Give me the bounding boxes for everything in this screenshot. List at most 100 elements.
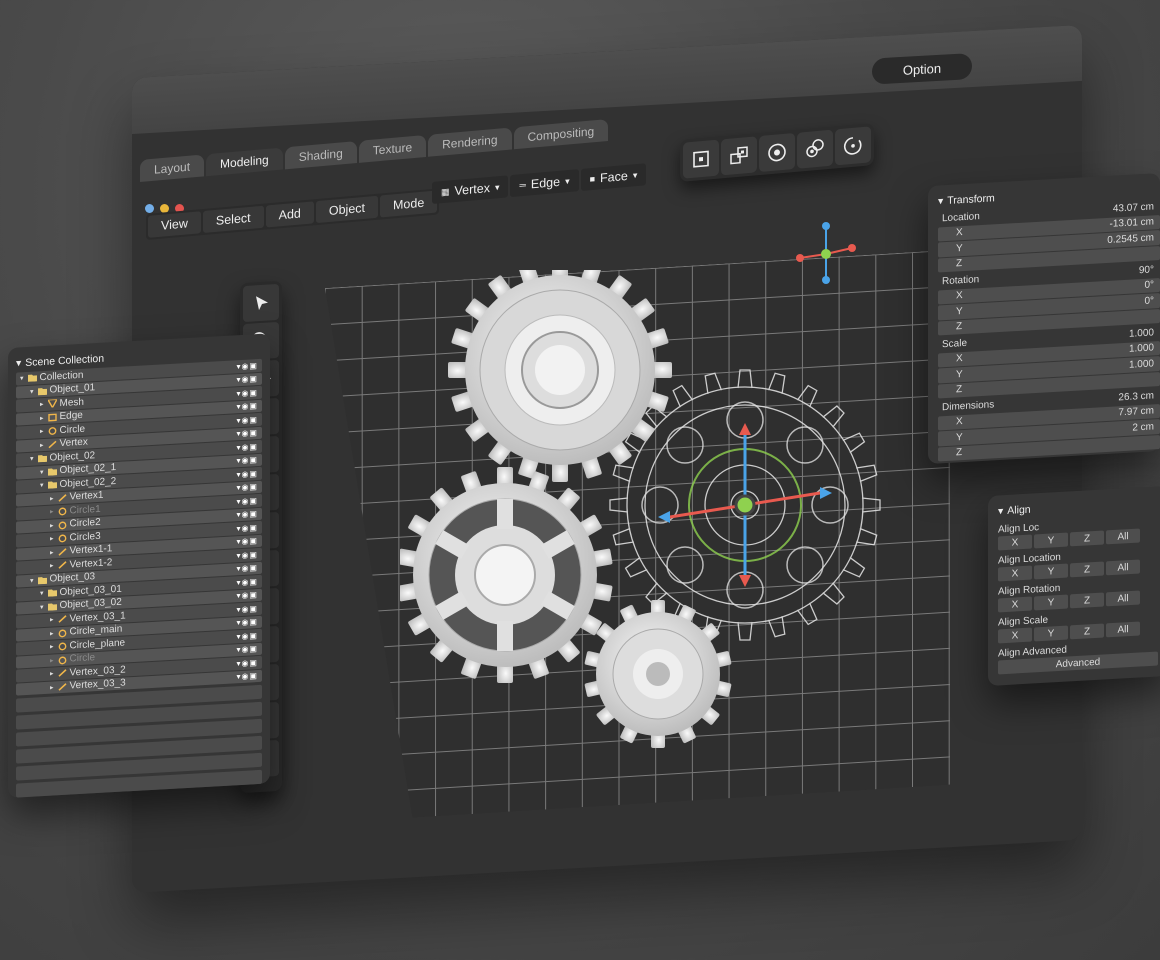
visibility-toggles-icon[interactable]: ▾◉▣	[236, 523, 258, 533]
disclosure-triangle-icon[interactable]: ▸	[50, 683, 54, 691]
circle-icon	[48, 427, 56, 436]
select-arrow-icon[interactable]	[243, 283, 279, 323]
align-z-button[interactable]: Z	[1070, 592, 1104, 609]
visibility-toggles-icon[interactable]: ▾◉▣	[236, 401, 258, 411]
disclosure-triangle-icon[interactable]: ▸	[50, 670, 54, 678]
align-y-button[interactable]: Y	[1034, 594, 1068, 611]
transform-value[interactable]: 26.3 cm	[1118, 390, 1154, 403]
disclosure-triangle-icon[interactable]: ▾	[40, 481, 44, 489]
align-x-button[interactable]: X	[998, 534, 1032, 551]
transform-gizmo[interactable]	[658, 423, 832, 587]
disclosure-triangle-icon[interactable]: ▾	[20, 374, 24, 382]
visibility-toggles-icon[interactable]: ▾◉▣	[236, 442, 258, 452]
disclosure-triangle-icon[interactable]: ▸	[50, 535, 54, 543]
visibility-toggles-icon[interactable]: ▾◉▣	[236, 361, 258, 371]
menu-view[interactable]: View	[148, 211, 201, 238]
visibility-toggles-icon[interactable]: ▾◉▣	[236, 374, 258, 384]
disclosure-triangle-icon[interactable]: ▸	[40, 441, 44, 449]
visibility-toggles-icon[interactable]: ▾◉▣	[236, 617, 258, 627]
disclosure-triangle-icon[interactable]: ▾	[40, 468, 44, 476]
disclosure-triangle-icon[interactable]: ▸	[50, 629, 54, 637]
menu-select[interactable]: Select	[202, 205, 264, 234]
align-title[interactable]: ▾ Align	[998, 494, 1160, 520]
large-gear[interactable]	[448, 270, 672, 482]
disclosure-triangle-icon[interactable]: ▾	[30, 576, 34, 584]
visibility-toggles-icon[interactable]: ▾◉▣	[236, 455, 258, 465]
align-all-button[interactable]: All	[1106, 528, 1140, 545]
visibility-toggles-icon[interactable]: ▾◉▣	[236, 469, 258, 479]
small-gear[interactable]	[584, 600, 732, 748]
visibility-toggles-icon[interactable]: ▾◉▣	[236, 604, 258, 614]
gears-scene[interactable]	[400, 270, 890, 750]
visibility-toggles-icon[interactable]: ▾◉▣	[236, 658, 258, 668]
disclosure-triangle-icon[interactable]: ▸	[50, 508, 54, 516]
disclosure-triangle-icon[interactable]: ▸	[50, 494, 54, 502]
wireframe-tooth	[767, 616, 786, 638]
visibility-toggles-icon[interactable]: ▾◉▣	[236, 536, 258, 546]
circle-icon	[58, 642, 66, 651]
disclosure-triangle-icon[interactable]: ▸	[50, 656, 54, 664]
visibility-toggles-icon[interactable]: ▾◉▣	[236, 563, 258, 573]
visibility-toggles-icon[interactable]: ▾◉▣	[236, 509, 258, 519]
navigation-gizmo[interactable]	[792, 218, 862, 288]
disclosure-triangle-icon[interactable]: ▾	[40, 589, 44, 597]
align-z-button[interactable]: Z	[1070, 561, 1104, 578]
transform-value[interactable]: 43.07 cm	[1113, 201, 1154, 214]
disclosure-triangle-icon[interactable]: ▸	[50, 521, 54, 529]
medium-gear[interactable]	[400, 467, 613, 683]
snap-link-icon[interactable]	[797, 129, 833, 169]
visibility-toggles-icon[interactable]: ▾◉▣	[236, 671, 258, 681]
disclosure-triangle-icon[interactable]: ▸	[40, 414, 44, 422]
align-y-button[interactable]: Y	[1034, 532, 1068, 549]
folder-icon	[37, 454, 47, 463]
align-all-button[interactable]: All	[1106, 559, 1140, 576]
disclosure-triangle-icon[interactable]: ▸	[50, 562, 54, 570]
visibility-toggles-icon[interactable]: ▾◉▣	[236, 590, 258, 600]
align-all-button[interactable]: All	[1106, 621, 1140, 638]
wireframe-tooth	[822, 405, 845, 428]
align-z-button[interactable]: Z	[1070, 623, 1104, 640]
outliner-item-label: Circle	[59, 423, 86, 436]
disclosure-triangle-icon[interactable]: ▾	[30, 387, 34, 395]
option-button[interactable]: Option	[872, 53, 972, 85]
align-z-button[interactable]: Z	[1070, 530, 1104, 547]
snap-center-icon[interactable]	[683, 139, 719, 179]
disclosure-triangle-icon[interactable]: ▸	[50, 616, 54, 624]
wireframe-tooth	[796, 384, 818, 408]
align-x-button[interactable]: X	[998, 565, 1032, 582]
wireframe-tooth	[842, 556, 866, 578]
align-y-button[interactable]: Y	[1034, 625, 1068, 642]
visibility-toggles-icon[interactable]: ▾◉▣	[236, 577, 258, 587]
disclosure-triangle-icon[interactable]: ▸	[40, 427, 44, 435]
visibility-toggles-icon[interactable]: ▾◉▣	[236, 388, 258, 398]
snap-target-icon[interactable]	[759, 132, 795, 173]
align-y-button[interactable]: Y	[1034, 563, 1068, 580]
vertex-icon	[57, 682, 67, 691]
visibility-toggles-icon[interactable]: ▾◉▣	[236, 631, 258, 641]
disclosure-triangle-icon[interactable]: ▸	[50, 548, 54, 556]
visibility-toggles-icon[interactable]: ▾◉▣	[236, 428, 258, 438]
align-x-button[interactable]: X	[998, 627, 1032, 644]
visibility-toggles-icon[interactable]: ▾◉▣	[236, 415, 258, 425]
align-x-button[interactable]: X	[998, 596, 1032, 613]
disclosure-triangle-icon[interactable]: ▸	[50, 643, 54, 651]
visibility-toggles-icon[interactable]: ▾◉▣	[236, 644, 258, 654]
visibility-toggles-icon[interactable]: ▾◉▣	[236, 550, 258, 560]
align-all-button[interactable]: All	[1106, 590, 1140, 607]
outliner-item-label: Circle3	[69, 530, 101, 544]
maximize-icon[interactable]	[145, 204, 154, 213]
transform-label: X	[956, 227, 963, 239]
disclosure-triangle-icon[interactable]: ▸	[40, 400, 44, 408]
snap-rotate-icon[interactable]	[835, 126, 871, 166]
visibility-toggles-icon[interactable]: ▾◉▣	[236, 496, 258, 506]
transform-value[interactable]: 90°	[1139, 264, 1154, 276]
transform-label: Y	[956, 368, 963, 381]
disclosure-triangle-icon[interactable]: ▾	[40, 603, 44, 611]
menu-add[interactable]: Add	[265, 201, 314, 228]
transform-title-label: Transform	[947, 192, 995, 207]
vertex-icon	[57, 561, 67, 570]
disclosure-triangle-icon[interactable]: ▾	[30, 455, 34, 463]
visibility-toggles-icon[interactable]: ▾◉▣	[236, 482, 258, 492]
transform-value[interactable]: 1.000	[1129, 327, 1154, 339]
snap-multi-icon[interactable]	[721, 136, 757, 176]
